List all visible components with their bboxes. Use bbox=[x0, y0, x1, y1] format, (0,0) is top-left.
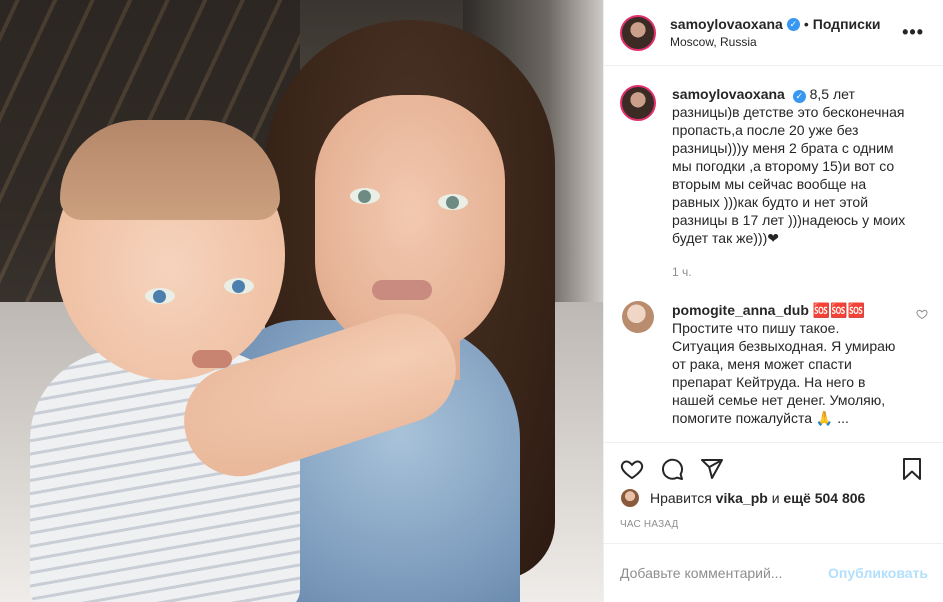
photo-girl-eye-right bbox=[438, 194, 468, 210]
likes-prefix: Нравится bbox=[650, 490, 712, 506]
verified-badge-icon: ✓ bbox=[792, 90, 806, 103]
verified-badge-icon: ✓ bbox=[786, 17, 800, 31]
heart-icon[interactable] bbox=[620, 457, 644, 481]
author-line: samoylovaoxana ✓ • Подписки bbox=[670, 16, 881, 32]
caption-body: samoylovaoxana ✓ 8,5 лет разницы)в детст… bbox=[672, 85, 917, 281]
post-timestamp[interactable]: ЧАС НАЗАД bbox=[620, 519, 679, 530]
post-caption: samoylovaoxana ✓ 8,5 лет разницы)в детст… bbox=[620, 67, 928, 281]
add-comment-form: Опубликовать bbox=[604, 543, 943, 602]
likes-text: Нравится vika_pb и ещё 504 806 bbox=[650, 490, 865, 506]
post-location[interactable]: Moscow, Russia bbox=[670, 35, 881, 49]
comment-username-suffix: 🆘🆘🆘 bbox=[812, 302, 866, 318]
comment-body: pomogite_anna_dub 🆘🆘🆘 Простите что пишу … bbox=[672, 301, 904, 427]
likes-count[interactable]: ещё 504 806 bbox=[783, 490, 865, 506]
bookmark-icon[interactable] bbox=[900, 457, 924, 481]
publish-button[interactable]: Опубликовать bbox=[828, 565, 928, 581]
photo-baby-eye-right bbox=[224, 278, 254, 294]
comment-item: pomogite_anna_dub 🆘🆘🆘 Простите что пишу … bbox=[620, 301, 928, 427]
share-icon[interactable] bbox=[700, 457, 724, 481]
liker-avatar[interactable] bbox=[620, 488, 640, 508]
photo-girl-eye-left bbox=[350, 188, 380, 204]
author-username[interactable]: samoylovaoxana bbox=[670, 16, 783, 32]
photo-baby-eye-left bbox=[145, 288, 175, 304]
likes-middle: и bbox=[771, 490, 780, 506]
comment-input[interactable] bbox=[620, 565, 829, 581]
post-actions-bar bbox=[604, 442, 943, 492]
comment-text: Простите что пишу такое. Ситуация безвых… bbox=[672, 320, 896, 426]
caption-author-avatar[interactable] bbox=[620, 85, 656, 121]
comment-icon[interactable] bbox=[660, 457, 684, 481]
photo-baby-hair bbox=[60, 120, 280, 220]
author-avatar[interactable] bbox=[620, 14, 656, 51]
post-side-panel: samoylovaoxana ✓ • Подписки Moscow, Russ… bbox=[603, 0, 943, 602]
comment-username[interactable]: pomogite_anna_dub bbox=[672, 302, 809, 318]
comment-avatar[interactable] bbox=[622, 301, 654, 333]
author-meta: samoylovaoxana ✓ • Подписки Moscow, Russ… bbox=[670, 16, 881, 49]
post-header: samoylovaoxana ✓ • Подписки Moscow, Russ… bbox=[604, 0, 943, 66]
caption-text: 8,5 лет разницы)в детстве это бесконечна… bbox=[672, 86, 906, 246]
separator-dot: • bbox=[803, 16, 809, 32]
heart-outline-icon[interactable] bbox=[916, 307, 928, 320]
more-options-icon[interactable]: ••• bbox=[902, 22, 924, 43]
photo-girl-lips bbox=[372, 280, 432, 300]
photo-baby-lips bbox=[192, 350, 232, 368]
caption-username[interactable]: samoylovaoxana bbox=[672, 86, 785, 102]
likes-summary: Нравится vika_pb и ещё 504 806 bbox=[620, 488, 865, 508]
post-photo[interactable] bbox=[0, 0, 603, 602]
following-button[interactable]: Подписки bbox=[813, 16, 881, 32]
comments-scroll-area[interactable]: samoylovaoxana ✓ 8,5 лет разницы)в детст… bbox=[604, 67, 943, 442]
liker-username[interactable]: vika_pb bbox=[716, 490, 768, 506]
caption-time[interactable]: 1 ч. bbox=[672, 263, 917, 281]
